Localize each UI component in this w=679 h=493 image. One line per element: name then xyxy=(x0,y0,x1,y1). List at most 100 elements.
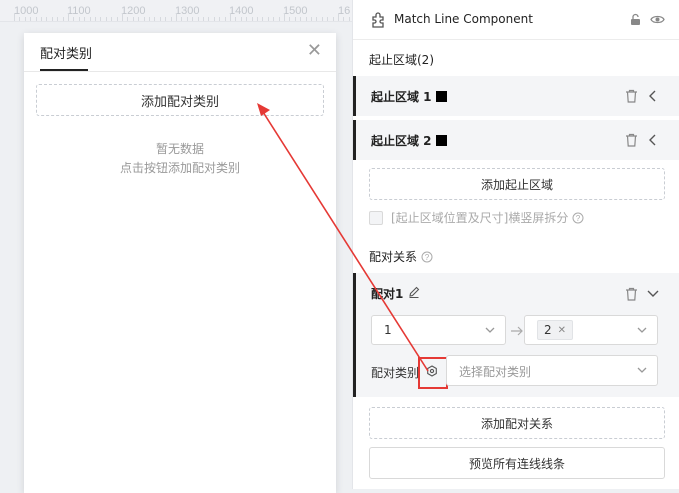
ruler-tick xyxy=(316,17,318,21)
ruler-tick xyxy=(208,17,210,21)
ruler-tick xyxy=(284,13,285,21)
ruler-tick xyxy=(294,17,296,21)
help-icon[interactable]: ? xyxy=(572,212,584,224)
ruler-tick xyxy=(267,17,269,21)
modal-title: 配对类别 xyxy=(40,47,93,62)
chevron-down-icon xyxy=(485,327,495,333)
ruler-tick xyxy=(273,17,275,21)
color-swatch xyxy=(435,135,447,146)
ruler-tick xyxy=(181,17,183,21)
ruler-tick xyxy=(348,17,350,21)
ruler-tick xyxy=(278,17,280,21)
ruler-tick xyxy=(159,17,161,21)
trash-icon[interactable] xyxy=(625,133,638,147)
category-label: 配对类别 xyxy=(371,366,420,380)
ruler-tick xyxy=(68,13,69,21)
ruler-tick xyxy=(165,17,167,21)
from-zone-select[interactable]: 1 xyxy=(371,315,506,345)
add-match-category-button[interactable]: 添加配对类别 xyxy=(36,84,324,116)
ruler-tick xyxy=(111,17,113,21)
unlock-icon[interactable] xyxy=(629,13,642,26)
ruler-tick xyxy=(132,17,134,21)
ruler-label: 1300 xyxy=(175,5,200,17)
ruler-tick xyxy=(51,17,53,21)
close-icon[interactable]: ✕ xyxy=(307,42,322,60)
properties-panel: Match Line Component 起止区域(2) 起止区域 1 起止区域… xyxy=(352,0,679,489)
ruler-tick xyxy=(262,17,264,21)
trash-icon[interactable] xyxy=(625,287,638,301)
ruler-label: 1400 xyxy=(229,5,254,17)
chevron-left-icon[interactable] xyxy=(648,134,658,146)
svg-text:?: ? xyxy=(576,214,581,223)
selected-tag: 2 ✕ xyxy=(537,320,574,340)
ruler-tick xyxy=(122,13,123,21)
chevron-left-icon[interactable] xyxy=(648,90,658,102)
preview-lines-button[interactable]: 预览所有连线线条 xyxy=(369,447,665,479)
ruler-label: 16 xyxy=(338,5,351,17)
ruler-tick xyxy=(186,17,188,21)
ruler-tick xyxy=(197,17,199,21)
from-zone-value: 1 xyxy=(384,323,392,337)
canvas-ruler: 1000 1100 1200 1300 1400 1500 16 xyxy=(0,0,352,22)
svg-text:?: ? xyxy=(425,253,430,262)
ruler-tick xyxy=(300,17,302,21)
add-zone-button[interactable]: 添加起止区域 xyxy=(369,168,665,200)
chevron-down-icon[interactable] xyxy=(647,289,659,299)
chevron-down-icon xyxy=(637,327,647,333)
ruler-tick xyxy=(35,17,37,21)
ruler-tick xyxy=(235,17,237,21)
ruler-tick xyxy=(127,17,129,21)
ruler-tick xyxy=(138,17,140,21)
split-checkbox[interactable] xyxy=(369,210,383,225)
tag-remove-icon[interactable]: ✕ xyxy=(558,325,566,336)
ruler-tick xyxy=(100,17,102,21)
panel-header: Match Line Component xyxy=(353,0,679,40)
ruler-tick xyxy=(14,13,15,21)
puzzle-icon xyxy=(372,12,384,28)
annotation-highlight-box xyxy=(418,357,448,389)
split-checkbox-label: [起止区域位置及尺寸]横竖屏拆分 xyxy=(391,211,569,225)
ruler-tick xyxy=(224,17,226,21)
edit-icon[interactable] xyxy=(408,286,420,298)
zone-label: 起止区域 1 xyxy=(371,88,447,105)
add-relation-button[interactable]: 添加配对关系 xyxy=(369,407,665,439)
ruler-tick xyxy=(116,17,118,21)
ruler-tick xyxy=(46,17,48,21)
zone-item[interactable]: 起止区域 2 xyxy=(353,120,679,160)
ruler-tick xyxy=(154,17,156,21)
ruler-tick xyxy=(257,17,258,21)
ruler-tick xyxy=(213,17,215,21)
ruler-tick xyxy=(57,17,59,21)
ruler-tick xyxy=(30,17,32,21)
help-icon[interactable]: ? xyxy=(421,251,433,263)
ruler-tick xyxy=(78,17,80,21)
ruler-tick xyxy=(89,17,91,21)
ruler-tick xyxy=(176,13,177,21)
ruler-tick xyxy=(338,13,339,21)
to-zone-select[interactable]: 2 ✕ xyxy=(524,315,658,345)
eye-icon[interactable] xyxy=(650,13,665,26)
trash-icon[interactable] xyxy=(625,89,638,103)
relation-section-title: 配对关系 xyxy=(369,250,418,264)
ruler-tick xyxy=(246,17,248,21)
ruler-tick xyxy=(19,17,21,21)
ruler-label: 1200 xyxy=(121,5,146,17)
ruler-tick xyxy=(105,17,107,21)
ruler-tick xyxy=(84,17,86,21)
ruler-tick xyxy=(343,17,345,21)
zone-item[interactable]: 起止区域 1 xyxy=(353,76,679,116)
category-select[interactable]: 选择配对类别 xyxy=(446,355,658,386)
ruler-label: 1100 xyxy=(67,5,91,17)
empty-state-hint: 点击按钮添加配对类别 xyxy=(119,161,240,175)
match-category-modal: 配对类别 ✕ 添加配对类别 暂无数据 点击按钮添加配对类别 xyxy=(24,33,336,493)
chevron-down-icon xyxy=(637,367,647,373)
zones-section-title: 起止区域(2) xyxy=(369,53,434,67)
ruler-tick xyxy=(327,17,329,21)
ruler-tick xyxy=(149,17,150,21)
ruler-tick xyxy=(332,17,334,21)
ruler-tick xyxy=(251,17,253,21)
ruler-tick xyxy=(311,17,312,21)
match-label: 配对1 xyxy=(371,287,404,301)
component-title: Match Line Component xyxy=(394,12,533,26)
relation-section-header: 配对关系 ? xyxy=(369,248,433,265)
